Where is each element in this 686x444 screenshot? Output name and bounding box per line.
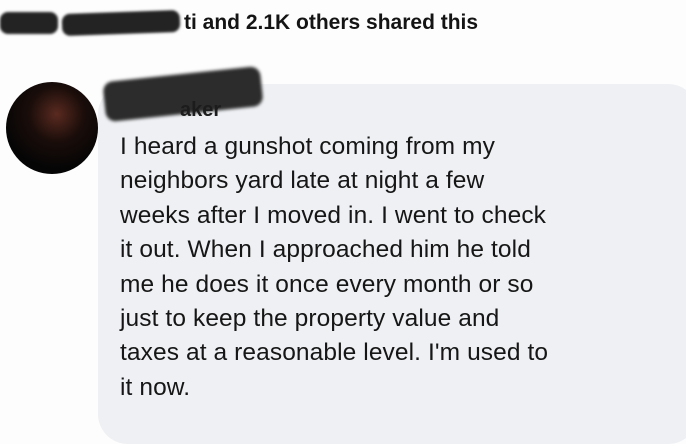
comment-line: it now. <box>120 373 191 401</box>
comment-line: me he does it once every month or so <box>120 270 534 298</box>
comment-line: weeks after I moved in. I went to check <box>120 201 547 229</box>
comment-line: neighbors yard late at night a few <box>120 167 485 195</box>
comment-line: just to keep the property value and <box>120 305 500 333</box>
facebook-shared-post-screenshot: ti and 2.1K others shared this aker I he… <box>0 0 686 444</box>
shared-by-text: ti and 2.1K others shared this <box>184 11 479 34</box>
comment-author[interactable]: aker <box>116 96 221 124</box>
comment-body: I heard a gunshot coming from my neighbo… <box>120 130 680 405</box>
redacted-name-part <box>61 9 181 37</box>
comment-line: I heard a gunshot coming from my <box>120 133 495 160</box>
comment-line: taxes at a reasonable level. I'm used to <box>120 339 549 367</box>
comment-author-name[interactable]: aker <box>180 99 221 122</box>
comment-line: it out. When I approached him he told <box>120 236 531 264</box>
redacted-name-part <box>0 12 58 34</box>
commenter-avatar[interactable] <box>6 82 98 174</box>
shared-by-line[interactable]: ti and 2.1K others shared this <box>0 6 478 40</box>
